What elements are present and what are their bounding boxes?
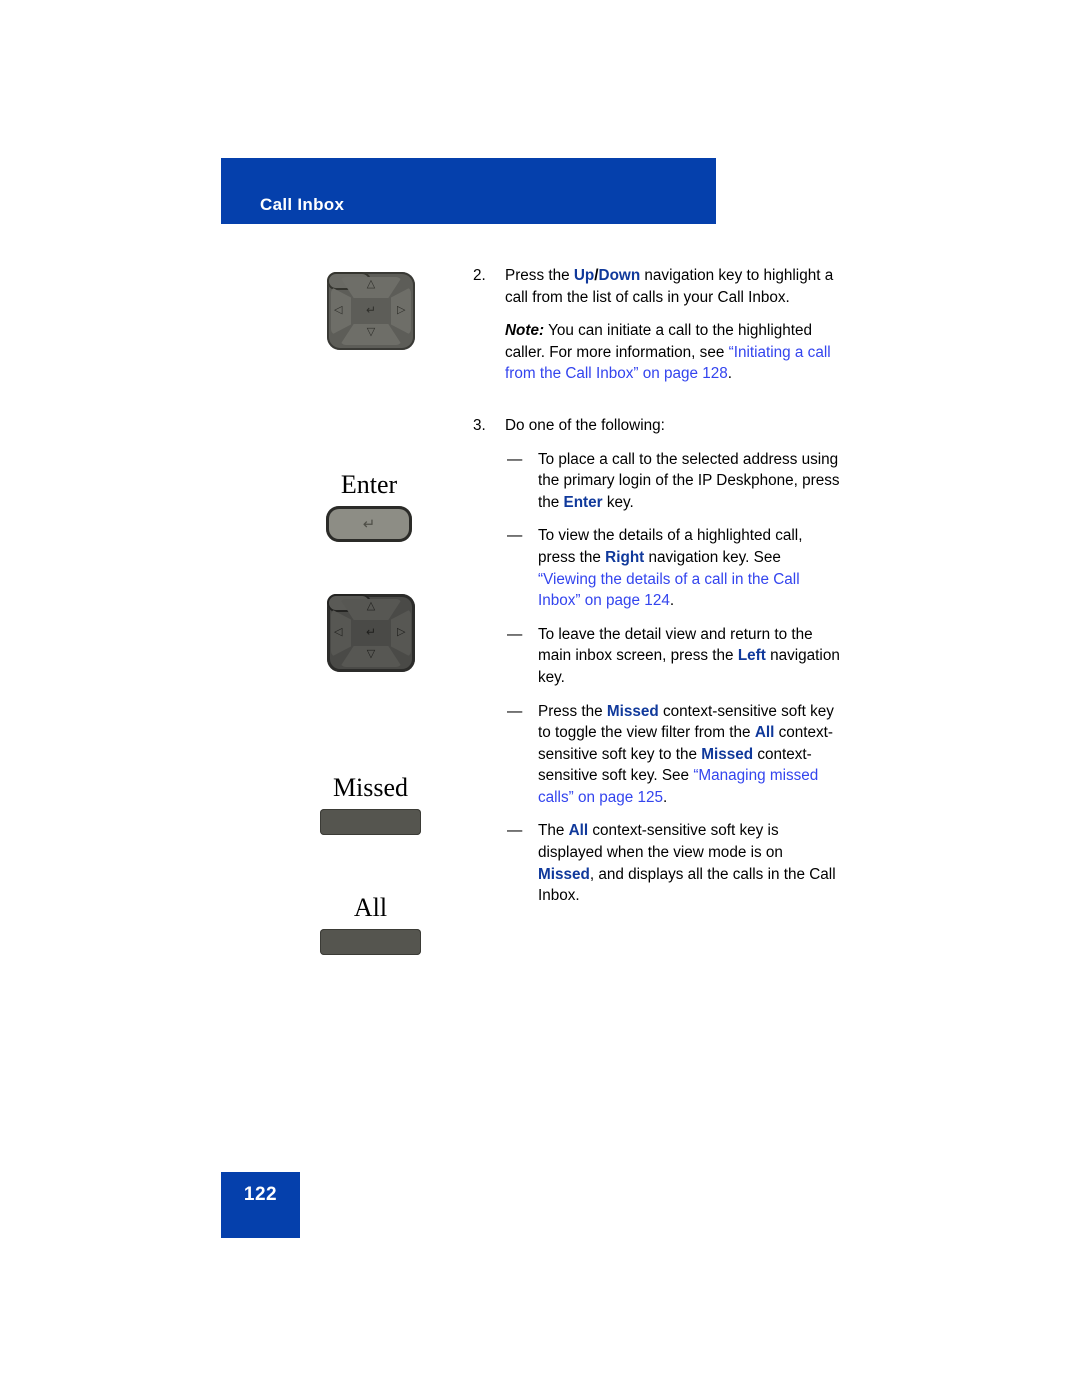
keyword-missed-2: Missed	[701, 745, 754, 763]
arrow-up-icon: △	[366, 278, 376, 290]
bullet-2-part3: .	[669, 592, 675, 610]
keyword-missed: Missed	[538, 865, 590, 883]
arrow-down-icon: ▽	[366, 648, 376, 660]
figure-navigation-key-cluster: △ ▽ ◁ ▷ ↵	[327, 272, 415, 350]
figure-all-soft-key: All	[320, 895, 421, 955]
page-number: 122	[243, 1184, 278, 1205]
figure-caption-all: All	[353, 893, 388, 922]
keyword-down: Down	[598, 267, 641, 284]
figure-enter-key: Enter ↵	[323, 472, 415, 542]
arrow-left-icon: ◁	[334, 626, 343, 638]
enter-key-icon: ↵	[326, 506, 412, 542]
bullet-1-part2: key.	[602, 493, 634, 511]
page-header-bar: Call Inbox	[221, 158, 716, 224]
figure-navigation-key-cluster-2: △ ▽ ◁ ▷ ↵	[327, 594, 415, 672]
step-2-number: 2.	[473, 267, 486, 284]
bullet-dash: —	[507, 527, 523, 545]
arrow-up-icon: △	[366, 600, 376, 612]
bullet-item-missed-soft-key: — Press the Missed context-sensitive soft…	[505, 701, 841, 809]
bullet-dash: —	[507, 822, 523, 840]
cross-reference-link-124[interactable]: “Viewing the details of a call in the Ca…	[538, 571, 800, 610]
figure-caption-enter: Enter	[340, 470, 398, 499]
navigation-key-icon: △ ▽ ◁ ▷ ↵	[327, 594, 415, 672]
bullet-item-view-details: — To view the details of a highlighted ca…	[505, 525, 841, 611]
step-3-intro: Do one of the following:	[505, 416, 665, 434]
figure-missed-soft-key: Missed	[320, 775, 421, 835]
step-2: 2. Press the Up/Down navigation key to h…	[473, 265, 841, 385]
keyword-all: All	[754, 724, 775, 742]
keyword-right: Right	[605, 548, 645, 566]
soft-key-icon	[320, 929, 421, 955]
bullet-4-part5: .	[663, 788, 668, 806]
step-3-number: 3.	[473, 416, 486, 434]
page-header-title: Call Inbox	[260, 195, 345, 214]
step-3-bullet-list: — To place a call to the selected address…	[505, 449, 841, 907]
document-body: 2. Press the Up/Down navigation key to h…	[473, 265, 841, 907]
arrow-right-icon: ▷	[397, 304, 406, 316]
bullet-item-leave-detail-view: — To leave the detail view and return to …	[505, 624, 841, 689]
keyword-enter: Enter	[563, 493, 603, 511]
bullet-5-part1: The	[538, 822, 569, 840]
arrow-right-icon: ▷	[397, 626, 406, 638]
note-end: .	[727, 365, 733, 383]
step-2-text: Press the Up/Down navigation key to high…	[505, 265, 841, 308]
bullet-dash: —	[507, 450, 523, 468]
keyword-up: Up	[573, 267, 595, 284]
arrow-left-icon: ◁	[334, 304, 343, 316]
return-arrow-icon: ↵	[362, 515, 376, 533]
note-label: Note:	[505, 322, 545, 340]
navigation-key-icon: △ ▽ ◁ ▷ ↵	[327, 272, 415, 350]
step-3: 3. Do one of the following: — To place a …	[473, 415, 841, 907]
bullet-dash: —	[507, 625, 523, 643]
arrow-down-icon: ▽	[366, 326, 376, 338]
enter-arrow-icon: ↵	[365, 625, 377, 639]
enter-arrow-icon: ↵	[365, 303, 377, 317]
bullet-item-all-soft-key: — The All context-sensitive soft key is d…	[505, 820, 841, 906]
keyword-all: All	[568, 822, 589, 840]
bullet-item-enter-key: — To place a call to the selected address…	[505, 449, 841, 514]
step-2-note: Note: You can initiate a call to the hig…	[505, 320, 841, 385]
figure-caption-missed: Missed	[332, 773, 409, 802]
page-number-box: 122	[221, 1172, 300, 1238]
bullet-2-part2: navigation key. See	[644, 548, 781, 566]
soft-key-icon	[320, 809, 421, 835]
bullet-dash: —	[507, 702, 523, 720]
keyword-missed: Missed	[606, 702, 659, 720]
keyword-left: Left	[737, 647, 766, 665]
step-2-text-part1: Press the	[505, 267, 574, 284]
bullet-4-part1: Press the	[538, 702, 607, 720]
